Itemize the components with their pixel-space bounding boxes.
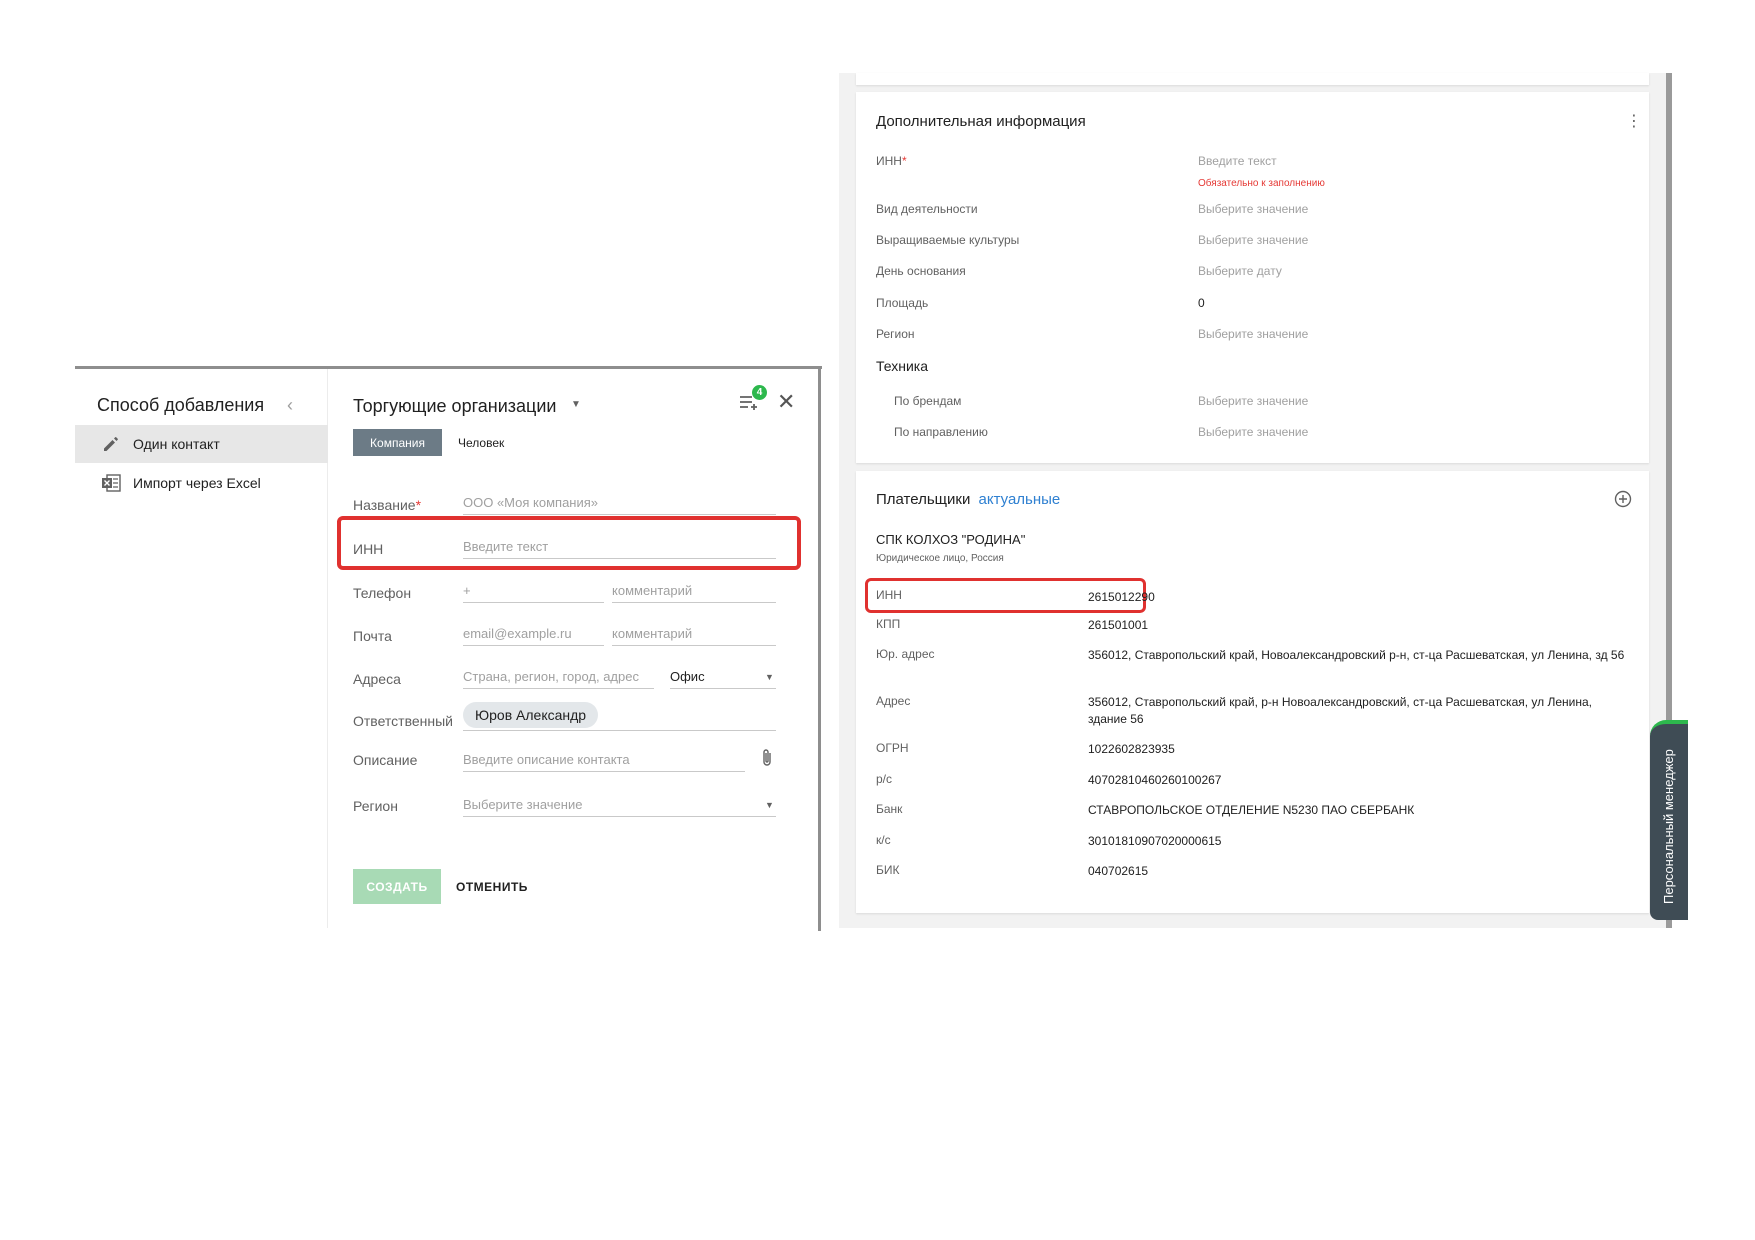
- payer-ogrn-label: ОГРН: [876, 741, 909, 755]
- inn-error: Обязательно к заполнению: [1198, 178, 1325, 189]
- description-label: Описание: [353, 752, 418, 768]
- inn-input[interactable]: Введите текст: [1198, 154, 1277, 168]
- payers-filter-link[interactable]: актуальные: [979, 491, 1061, 508]
- name-label: Название*: [353, 497, 422, 513]
- address-label: Адреса: [353, 671, 401, 687]
- window-border: [818, 369, 821, 931]
- additional-info-card: Дополнительная информация ⋮ ИНН* Введите…: [856, 92, 1649, 463]
- payer-company-name[interactable]: СПК КОЛХОЗ "РОДИНА": [876, 532, 1025, 547]
- tab-person[interactable]: Человек: [450, 429, 504, 456]
- additional-info-title: Дополнительная информация: [876, 113, 1086, 130]
- sidebar-item-label: Один контакт: [133, 436, 220, 452]
- region-label: Регион: [353, 798, 398, 814]
- activity-label: Вид деятельности: [876, 202, 978, 216]
- payer-legal-address-value: 356012, Ставропольский край, Новоалексан…: [1088, 648, 1625, 662]
- direction-label: По направлению: [894, 425, 988, 439]
- crops-label: Выращиваемые культуры: [876, 233, 1020, 247]
- payer-company-type: Юридическое лицо, Россия: [876, 553, 1004, 564]
- form-title[interactable]: Торгующие организации: [353, 396, 556, 417]
- address-input[interactable]: Страна, регион, город, адрес: [463, 663, 654, 689]
- attach-icon[interactable]: [760, 747, 774, 774]
- chevron-left-icon[interactable]: ‹: [287, 395, 293, 416]
- brands-label: По брендам: [894, 394, 962, 408]
- pencil-icon: [99, 432, 123, 456]
- payer-account-value: 40702810460260100267: [1088, 773, 1222, 787]
- add-circle-icon[interactable]: [1614, 490, 1632, 508]
- founding-day-picker[interactable]: Выберите дату: [1198, 264, 1282, 278]
- region-label: Регион: [876, 327, 915, 341]
- company-details-window: Дополнительная информация ⋮ ИНН* Введите…: [839, 73, 1672, 928]
- payer-ogrn-value: 1022602823935: [1088, 742, 1175, 756]
- add-method-sidebar: Способ добавления ‹ Один контакт Импорт …: [75, 369, 328, 928]
- create-button[interactable]: СОЗДАТЬ: [353, 869, 441, 904]
- crops-select[interactable]: Выберите значение: [1198, 233, 1308, 247]
- phone-comment-input[interactable]: комментарий: [612, 577, 776, 603]
- inn-label: ИНН*: [876, 154, 907, 168]
- description-input[interactable]: Введите описание контакта: [463, 746, 745, 772]
- previous-card-edge: [856, 73, 1649, 85]
- payer-inn-label: ИНН: [876, 588, 902, 602]
- close-icon[interactable]: ✕: [777, 391, 795, 413]
- payer-address-value: 356012, Ставропольский край, р-н Новоале…: [1088, 695, 1592, 726]
- payer-inn-value: 2615012290: [1088, 590, 1155, 604]
- caret-down-icon: ▼: [765, 672, 774, 682]
- tab-company[interactable]: Компания: [353, 429, 442, 456]
- caret-down-icon[interactable]: ▼: [571, 399, 581, 410]
- area-label: Площадь: [876, 296, 929, 310]
- caret-down-icon: ▼: [765, 800, 774, 810]
- payer-kpp-label: КПП: [876, 617, 901, 631]
- inn-label: ИНН: [353, 541, 384, 557]
- email-label: Почта: [353, 628, 392, 644]
- payer-bik-label: БИК: [876, 863, 900, 877]
- cancel-button[interactable]: ОТМЕНИТЬ: [448, 869, 528, 904]
- payers-title: Плательщики актуальные: [876, 491, 1061, 508]
- payer-legal-address-label: Юр. адрес: [876, 647, 935, 661]
- equipment-title: Техника: [876, 358, 929, 374]
- direction-select[interactable]: Выберите значение: [1198, 425, 1308, 439]
- payer-corr-account-value: 30101810907020000615: [1088, 834, 1222, 848]
- inn-input[interactable]: Введите текст: [463, 533, 776, 559]
- payer-bank-value: СТАВРОПОЛЬСКОЕ ОТДЕЛЕНИЕ N5230 ПАО СБЕРБ…: [1088, 803, 1415, 817]
- personal-manager-label: Персональный менеджер: [1661, 749, 1676, 904]
- payer-bik-value: 040702615: [1088, 864, 1149, 878]
- responsible-chip[interactable]: Юров Александр: [463, 702, 599, 728]
- responsible-label: Ответственный: [353, 713, 453, 729]
- activity-select[interactable]: Выберите значение: [1198, 202, 1308, 216]
- region-select[interactable]: Выберите значение: [1198, 327, 1308, 341]
- sidebar-item-single-contact[interactable]: Один контакт: [75, 425, 328, 463]
- personal-manager-tab[interactable]: Персональный менеджер: [1650, 720, 1688, 920]
- phone-label: Телефон: [353, 585, 412, 601]
- payer-kpp-value: 261501001: [1088, 618, 1149, 632]
- email-input[interactable]: email@example.ru: [463, 620, 604, 646]
- payer-account-label: р/с: [876, 772, 893, 786]
- area-input[interactable]: 0: [1198, 296, 1205, 310]
- address-type-select[interactable]: Офис: [670, 663, 776, 689]
- email-comment-input[interactable]: комментарий: [612, 620, 776, 646]
- phone-input[interactable]: +: [463, 577, 604, 603]
- excel-icon: [99, 471, 123, 495]
- add-contact-window: Способ добавления ‹ Один контакт Импорт …: [75, 366, 822, 931]
- name-input[interactable]: ООО «Моя компания»: [463, 489, 776, 515]
- region-select[interactable]: Выберите значение: [463, 791, 776, 817]
- contact-form: Торгующие организации ▼ 4 ✕ Компания Чел…: [328, 369, 818, 928]
- payer-corr-account-label: к/с: [876, 833, 891, 847]
- brands-select[interactable]: Выберите значение: [1198, 394, 1308, 408]
- sidebar-title: Способ добавления: [97, 395, 265, 415]
- payers-card: Плательщики актуальные СПК КОЛХОЗ "РОДИН…: [856, 471, 1649, 913]
- payer-bank-label: Банк: [876, 802, 903, 816]
- sidebar-item-label: Импорт через Excel: [133, 475, 261, 491]
- founding-day-label: День основания: [876, 264, 966, 278]
- sidebar-item-excel-import[interactable]: Импорт через Excel: [75, 464, 328, 502]
- queue-count-badge: 4: [752, 385, 767, 400]
- payer-address-label: Адрес: [876, 694, 911, 708]
- more-vert-icon[interactable]: ⋮: [1626, 114, 1642, 130]
